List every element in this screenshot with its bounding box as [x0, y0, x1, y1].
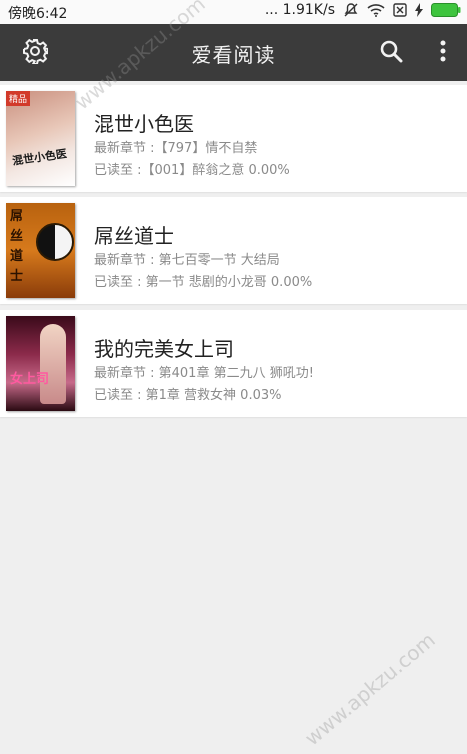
book-cover: 女上司 [6, 316, 75, 411]
search-icon [379, 39, 403, 67]
status-icons: ... 1.91K/s [265, 2, 461, 18]
cover-badge: 精品 [6, 91, 31, 106]
cover-title: 混世小色医 [11, 147, 68, 168]
charging-icon [415, 3, 423, 17]
more-vert-icon [440, 40, 446, 66]
cover-figure [40, 324, 66, 404]
sim-icon [393, 3, 407, 17]
cover-title: 屌丝道士 [10, 209, 24, 284]
status-bar: 傍晚6:42 ... 1.91K/s [0, 0, 467, 24]
latest-chapter: 最新章节 : 第七百零一节 大结局 [94, 253, 280, 268]
cover-title: 女上司 [10, 372, 50, 387]
book-cover: 屌丝道士 [6, 203, 75, 298]
app-bar: 爱看阅读 [0, 24, 467, 81]
latest-chapter: 最新章节 :【797】情不自禁 [94, 141, 258, 156]
latest-chapter: 最新章节 : 第401章 第二九八 狮吼功! [94, 366, 314, 381]
book-item-3[interactable]: 女上司 我的完美女上司 最新章节 : 第401章 第二九八 狮吼功! 已读至 :… [0, 310, 467, 417]
book-title: 我的完美女上司 [94, 337, 234, 361]
book-item-2[interactable]: 屌丝道士 屌丝道士 最新章节 : 第七百零一节 大结局 已读至 : 第一节 悲剧… [0, 197, 467, 304]
search-button[interactable] [376, 38, 406, 68]
book-title: 混世小色医 [94, 112, 194, 136]
read-progress: 已读至 :【001】醉翁之意 0.00% [94, 163, 290, 178]
mute-icon [343, 2, 359, 18]
status-time: 傍晚6:42 [8, 6, 68, 22]
wifi-icon [367, 3, 385, 17]
book-cover: 精品 混世小色医 [6, 91, 75, 186]
read-progress: 已读至 : 第一节 悲剧的小龙哥 0.00% [94, 275, 313, 290]
battery-icon [431, 3, 461, 17]
read-progress: 已读至 : 第1章 营救女神 0.03% [94, 388, 282, 403]
more-options-button[interactable] [428, 38, 458, 68]
book-item-1[interactable]: 精品 混世小色医 混世小色医 最新章节 :【797】情不自禁 已读至 :【001… [0, 85, 467, 192]
book-title: 屌丝道士 [94, 224, 174, 248]
watermark: www.apkzu.com [300, 627, 440, 751]
network-speed: ... 1.91K/s [264, 2, 335, 18]
yin-yang-icon [36, 223, 74, 261]
